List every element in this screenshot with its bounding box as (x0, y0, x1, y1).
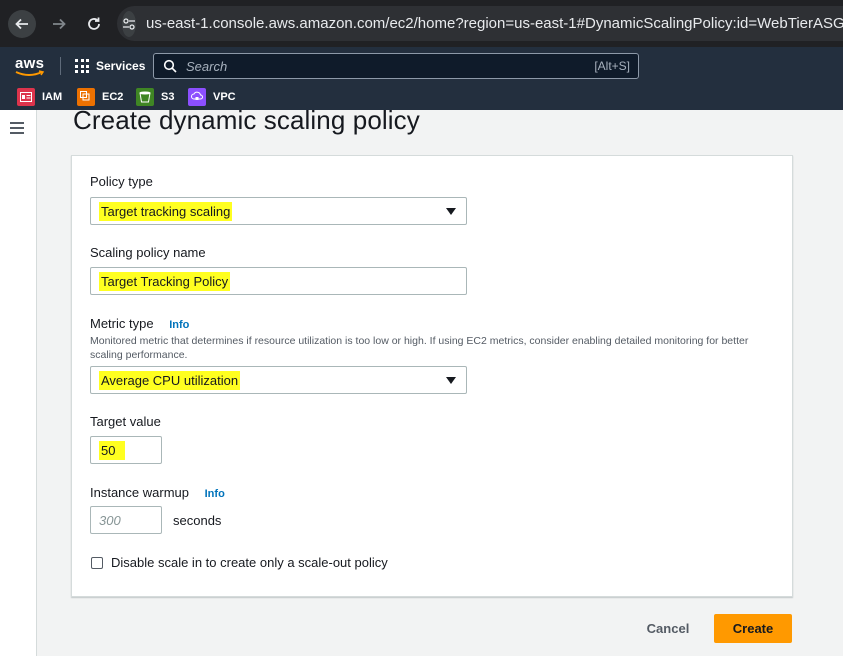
s3-icon (136, 88, 154, 106)
url-text[interactable]: us-east-1.console.aws.amazon.com/ec2/hom… (146, 15, 843, 32)
warmup-label-row: Instance warmup Info (90, 485, 225, 500)
caret-down-icon (446, 377, 456, 384)
menu-icon[interactable] (10, 122, 24, 134)
warmup-input[interactable]: 300 (90, 506, 162, 534)
arrow-left-icon (15, 18, 28, 30)
policy-type-label: Policy type (90, 174, 153, 189)
reload-button[interactable] (80, 10, 108, 38)
metric-type-label: Metric type (90, 316, 154, 331)
metric-type-select[interactable]: Average CPU utilization (90, 366, 467, 394)
metric-type-label-row: Metric type Info (90, 316, 189, 331)
caret-down-icon (446, 208, 456, 215)
aws-logo[interactable]: aws (15, 55, 45, 79)
services-label: Services (96, 59, 146, 73)
forward-button[interactable] (45, 10, 73, 38)
iam-icon (17, 88, 35, 106)
back-button[interactable] (8, 10, 36, 38)
warmup-info-link[interactable]: Info (205, 488, 225, 500)
search-bar[interactable]: [Alt+S] (153, 53, 639, 79)
favorite-ec2-label: EC2 (102, 91, 124, 103)
site-info-icon[interactable] (122, 10, 136, 37)
policy-name-input[interactable]: Target Tracking Policy (90, 267, 467, 295)
aws-top-nav: aws Services [Alt+S] (0, 47, 843, 85)
metric-type-description: Monitored metric that determines if reso… (90, 335, 749, 361)
metric-type-info-link[interactable]: Info (169, 319, 189, 331)
policy-type-select[interactable]: Target tracking scaling (90, 197, 467, 225)
ec2-icon (77, 88, 95, 106)
warmup-placeholder: 300 (99, 512, 121, 528)
warmup-unit: seconds (173, 513, 222, 528)
favorite-vpc-label: VPC (213, 91, 236, 103)
side-navigation-strip (0, 110, 37, 656)
search-icon (163, 59, 177, 73)
favorite-iam[interactable]: IAM (17, 87, 62, 107)
reload-icon (88, 17, 100, 30)
disable-scale-in-checkbox[interactable] (91, 557, 103, 569)
policy-name-label: Scaling policy name (90, 245, 206, 260)
browser-toolbar: us-east-1.console.aws.amazon.com/ec2/hom… (0, 0, 843, 47)
search-input[interactable] (186, 58, 595, 74)
nav-divider (60, 57, 61, 75)
target-value-input[interactable]: 50 (90, 436, 162, 464)
create-button[interactable]: Create (714, 614, 792, 643)
policy-name-value: Target Tracking Policy (99, 271, 231, 291)
search-shortcut: [Alt+S] (594, 59, 630, 73)
page-title: Create dynamic scaling policy (73, 105, 420, 135)
arrow-right-icon (53, 18, 66, 30)
favorite-iam-label: IAM (42, 91, 63, 103)
vpc-icon (188, 88, 206, 106)
policy-type-value: Target tracking scaling (99, 201, 233, 221)
favorite-s3[interactable]: S3 (136, 87, 174, 107)
favorite-ec2[interactable]: EC2 (77, 87, 123, 107)
grid-icon (75, 59, 89, 73)
disable-scale-in-label[interactable]: Disable scale in to create only a scale-… (111, 555, 388, 570)
address-bar[interactable]: us-east-1.console.aws.amazon.com/ec2/hom… (117, 6, 843, 41)
metric-type-value: Average CPU utilization (99, 370, 241, 390)
target-value-text: 50 (99, 440, 126, 460)
services-button[interactable]: Services (75, 55, 145, 77)
target-value-label: Target value (90, 414, 161, 429)
aws-smile-icon (15, 70, 45, 76)
cancel-button[interactable]: Cancel (640, 616, 696, 640)
warmup-label: Instance warmup (90, 485, 189, 500)
favorite-vpc[interactable]: VPC (188, 87, 236, 107)
favorite-s3-label: S3 (161, 91, 175, 103)
